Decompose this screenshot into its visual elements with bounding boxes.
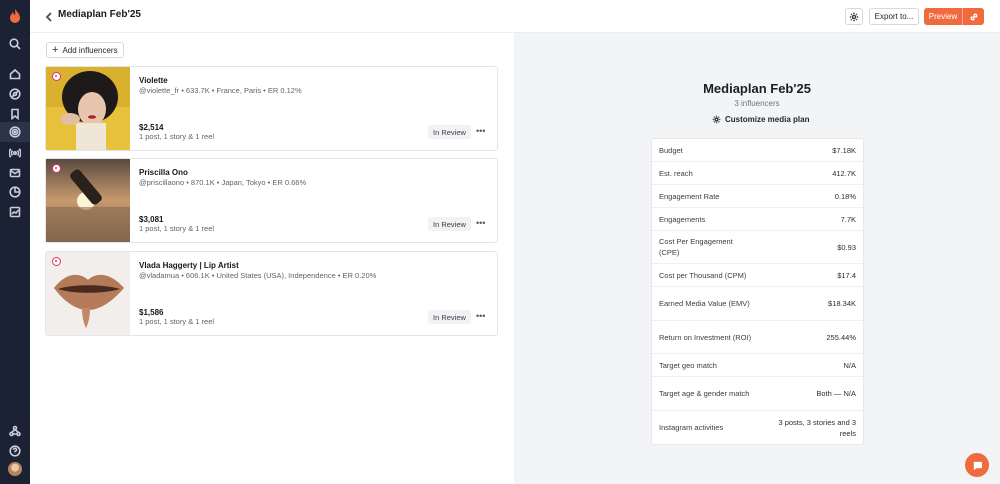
- instagram-icon: [52, 257, 61, 266]
- metric-value: 0.18%: [834, 191, 856, 201]
- metric-value: $7.18K: [832, 145, 856, 155]
- influencer-deliverables: 1 post, 1 story & 1 reel: [139, 317, 215, 326]
- broadcast-icon[interactable]: [8, 146, 22, 160]
- metric-label: Cost per Thousand (CPM): [659, 270, 747, 280]
- instagram-icon: [52, 72, 61, 81]
- sidebar: [0, 0, 30, 484]
- metric-row: Engagements 7.7K: [652, 208, 863, 231]
- influencer-list-pane: + Add influencers Violette @violette_fr …: [30, 33, 514, 484]
- chat-icon: [973, 461, 982, 470]
- customize-media-plan-button[interactable]: Customize media plan: [712, 115, 809, 124]
- compass-icon[interactable]: [8, 87, 22, 101]
- copy-link-button[interactable]: [963, 8, 984, 25]
- metric-value: 412.7K: [832, 168, 856, 178]
- metrics-table: Budget $7.18K Est. reach 412.7K Engagement…: [651, 138, 864, 445]
- customize-label: Customize media plan: [725, 115, 810, 124]
- plan-title: Mediaplan Feb'25: [703, 81, 811, 96]
- metric-row: Cost Per Engagement (CPE) $0.93: [652, 231, 863, 264]
- search-icon[interactable]: [8, 37, 22, 51]
- link-icon: [970, 13, 977, 20]
- metric-row: Instagram activities 3 posts, 3 stories a…: [652, 411, 863, 444]
- influencer-price: $2,514: [139, 123, 164, 132]
- more-options-icon[interactable]: •••: [476, 218, 485, 228]
- preview-button[interactable]: Preview: [924, 8, 963, 25]
- user-avatar[interactable]: [8, 462, 22, 476]
- add-influencers-button[interactable]: + Add influencers: [46, 42, 124, 58]
- page-title: Mediaplan Feb'25: [58, 9, 141, 20]
- influencer-name[interactable]: Priscilla Ono: [139, 168, 188, 177]
- metric-value: Both — N/A: [816, 389, 856, 398]
- influencer-meta: @vladamua • 606.1K • United States (USA)…: [139, 271, 377, 280]
- metric-value: 255.44%: [826, 332, 856, 342]
- metric-label: Engagement Rate: [659, 191, 720, 201]
- target-icon[interactable]: [8, 125, 22, 139]
- metric-label: Est. reach: [659, 168, 693, 178]
- influencer-meta: @priscillaono • 870.1K • Japan, Tokyo • …: [139, 178, 307, 187]
- plus-icon: +: [52, 44, 59, 56]
- add-influencers-label: Add influencers: [62, 45, 118, 55]
- influencer-deliverables: 1 post, 1 story & 1 reel: [139, 132, 215, 141]
- export-button[interactable]: Export to...: [869, 8, 919, 25]
- metric-row: Target geo match N/A: [652, 354, 863, 377]
- preview-button-group: Preview: [924, 8, 984, 25]
- home-icon[interactable]: [8, 67, 22, 81]
- metric-row: Earned Media Value (EMV) $18.34K: [652, 287, 863, 321]
- metric-label: Budget: [659, 145, 683, 155]
- gear-icon: [849, 12, 859, 21]
- network-icon[interactable]: [8, 424, 22, 438]
- help-icon[interactable]: [8, 444, 22, 458]
- influencer-card[interactable]: Priscilla Ono @priscillaono • 870.1K • J…: [45, 158, 498, 243]
- trend-icon[interactable]: [8, 205, 22, 219]
- metric-row: Return on Investment (ROI) 255.44%: [652, 321, 863, 354]
- brand-logo-icon[interactable]: [8, 8, 22, 24]
- more-options-icon[interactable]: •••: [476, 311, 485, 321]
- metric-label: Engagements: [659, 214, 706, 224]
- status-badge[interactable]: In Review: [428, 125, 471, 139]
- top-bar: Mediaplan Feb'25 Export to... Preview: [30, 0, 1000, 33]
- metric-label: Return on Investment (ROI): [659, 332, 752, 342]
- metric-row: Budget $7.18K: [652, 139, 863, 162]
- metric-row: Cost per Thousand (CPM) $17.4: [652, 264, 863, 287]
- influencer-card[interactable]: Vlada Haggerty | Lip Artist @vladamua • …: [45, 251, 498, 336]
- instagram-icon: [52, 164, 61, 173]
- mediaplan-summary-pane: Mediaplan Feb'25 3 influencers Customize…: [514, 33, 1000, 484]
- influencer-name[interactable]: Vlada Haggerty | Lip Artist: [139, 261, 239, 270]
- metric-label: Cost Per Engagement (CPE): [659, 237, 733, 257]
- pie-chart-icon[interactable]: [8, 185, 22, 199]
- metric-label: Earned Media Value (EMV): [659, 299, 750, 308]
- gear-icon: [712, 115, 721, 124]
- metric-row: Target age & gender match Both — N/A: [652, 377, 863, 411]
- influencer-meta: @violette_fr • 633.7K • France, Paris • …: [139, 86, 302, 95]
- metric-value: $0.93: [837, 242, 856, 252]
- mail-icon[interactable]: [8, 166, 22, 180]
- metric-value: 7.7K: [840, 214, 856, 224]
- metric-label: Target geo match: [659, 360, 717, 370]
- influencer-deliverables: 1 post, 1 story & 1 reel: [139, 224, 215, 233]
- metric-label: Instagram activities: [659, 423, 724, 432]
- metric-value: N/A: [843, 360, 856, 370]
- metric-value: $18.34K: [828, 299, 856, 308]
- metric-row: Engagement Rate 0.18%: [652, 185, 863, 208]
- metric-value: $17.4: [837, 270, 856, 280]
- more-options-icon[interactable]: •••: [476, 126, 485, 136]
- plan-subtitle: 3 influencers: [734, 99, 780, 108]
- influencer-price: $3,081: [139, 215, 164, 224]
- chat-launcher-button[interactable]: [965, 453, 989, 477]
- status-badge[interactable]: In Review: [428, 217, 471, 231]
- status-badge[interactable]: In Review: [428, 310, 471, 324]
- back-arrow-icon[interactable]: [43, 10, 55, 22]
- influencer-price: $1,586: [139, 308, 164, 317]
- influencer-name[interactable]: Violette: [139, 76, 168, 85]
- influencer-card[interactable]: Violette @violette_fr • 633.7K • France,…: [45, 66, 498, 151]
- bookmark-icon[interactable]: [8, 107, 22, 121]
- settings-button[interactable]: [845, 8, 863, 25]
- metric-label: Target age & gender match: [659, 389, 750, 398]
- metric-row: Est. reach 412.7K: [652, 162, 863, 185]
- metric-value: 3 posts, 3 stories and 3 reels: [778, 417, 856, 438]
